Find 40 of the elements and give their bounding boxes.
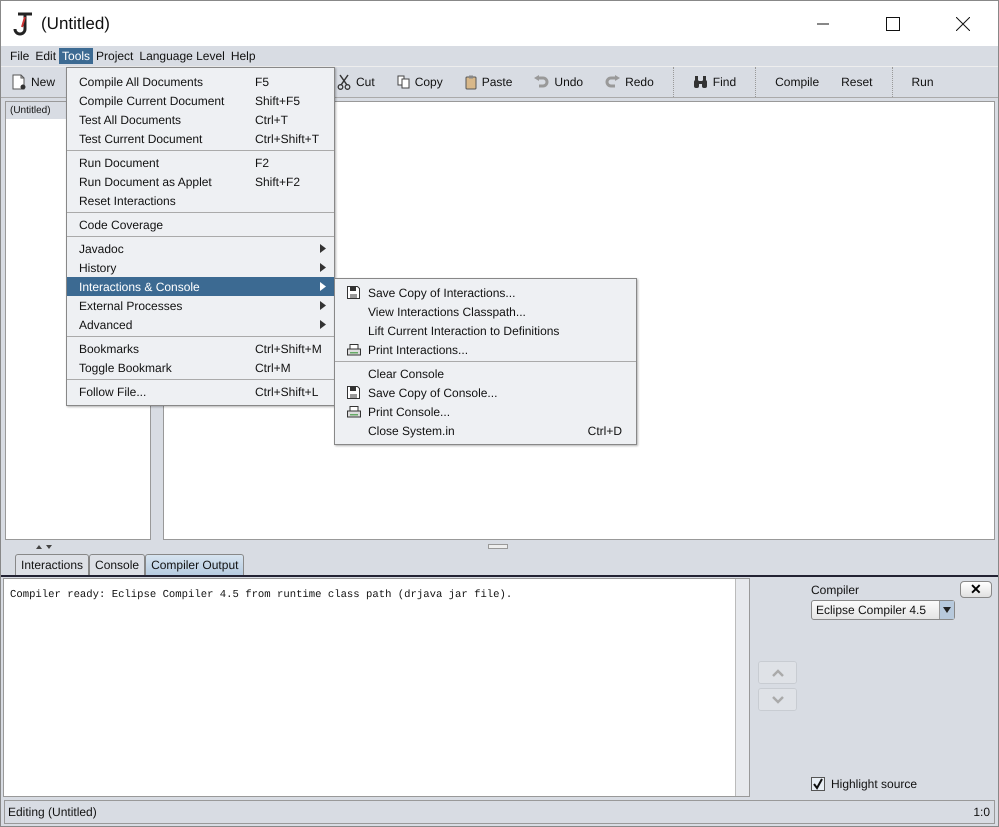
menu-item-label: Run Document: [79, 156, 160, 170]
shortcut-label: Ctrl+Shift+M: [255, 342, 322, 356]
menu-item-label: Follow File...: [79, 384, 146, 398]
shortcut-label: Ctrl+Shift+L: [255, 384, 318, 398]
menu-item-label: Test Current Document: [79, 132, 202, 146]
menu-item-label: Print Interactions...: [368, 342, 468, 356]
menu-item-label: Advanced: [79, 318, 132, 332]
compiler-output-text: Compiler ready: Eclipse Compiler 4.5 from runtime class path (drjava jar file).: [9, 588, 514, 603]
menu-item-label: View Interactions Classpath...: [368, 304, 526, 318]
menu-item-label: Compile All Documents: [79, 74, 204, 88]
menu-item-label: Javadoc: [79, 242, 124, 256]
menu-item-label: Bookmarks: [79, 342, 140, 356]
menu-item-label: Test All Documents: [79, 112, 182, 126]
shortcut-label: Shift+F5: [255, 94, 300, 108]
menu-item-label: Close System.in: [368, 424, 455, 438]
status-message: Editing (Untitled): [8, 805, 97, 819]
shortcut-label: F2: [255, 156, 270, 170]
menu-item-label: Compile Current Document: [79, 94, 224, 108]
menu-item-label: Save Copy of Console...: [368, 386, 498, 400]
menu-item-label: History: [79, 260, 116, 274]
menu-item-label: Run Document as Applet: [79, 174, 212, 188]
menu-item-label: Clear Console: [368, 366, 444, 380]
menu-item-label: Lift Current Interaction to Definitions: [368, 324, 560, 338]
menu-item-label: Reset Interactions: [79, 194, 176, 208]
shortcut-label: Ctrl+D: [588, 424, 622, 438]
menu-item-label: External Processes: [79, 298, 182, 312]
shortcut-label: Shift+F2: [255, 174, 300, 188]
shortcut-label: Ctrl+T: [255, 112, 288, 126]
compiler-label: Compiler: [811, 582, 860, 596]
menu-item-label: Print Console...: [368, 404, 450, 418]
window-title: (Untitled): [41, 14, 110, 34]
checkbox-label: Highlight source: [831, 777, 918, 791]
shortcut-label: Ctrl+M: [255, 360, 291, 374]
cursor-position: 1:0: [973, 805, 990, 819]
shortcut-label: F5: [255, 74, 270, 88]
shortcut-label: Ctrl+Shift+T: [255, 132, 320, 146]
menu-item-label: Code Coverage: [79, 218, 164, 232]
menu-item-label: Interactions & Console: [79, 280, 200, 294]
menu-item-label: Toggle Bookmark: [79, 360, 172, 374]
menu-item-label: Save Copy of Interactions...: [368, 286, 516, 300]
